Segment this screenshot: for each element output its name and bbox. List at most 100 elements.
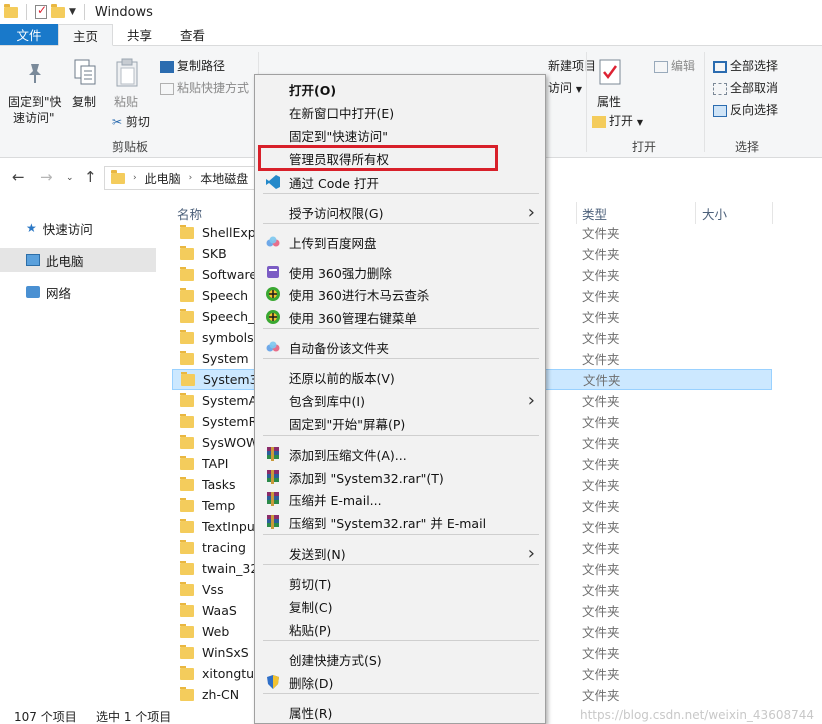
menu-item[interactable]: 授予访问权限(G) › xyxy=(255,201,545,223)
menu-item[interactable]: 使用 360管理右键菜单 xyxy=(255,306,545,328)
network-icon xyxy=(26,286,40,298)
select-all-icon xyxy=(713,60,727,73)
properties-icon[interactable] xyxy=(598,58,622,86)
menu-item[interactable]: 剪切(T) xyxy=(255,572,545,594)
360-shred-icon xyxy=(265,264,281,280)
menu-item[interactable]: 添加到压缩文件(A)... xyxy=(255,443,545,465)
menu-item-label: 添加到压缩文件(A)... xyxy=(289,447,407,463)
menu-item[interactable]: 复制(C) xyxy=(255,595,545,617)
folder-icon xyxy=(180,392,194,407)
paste-shortcut-button[interactable]: 粘贴快捷方式 xyxy=(160,79,249,96)
pin-quick-access-button[interactable]: 固定到"快 xyxy=(8,93,62,110)
column-divider[interactable] xyxy=(576,202,577,224)
menu-item[interactable]: 上传到百度网盘 xyxy=(255,231,545,253)
edit-button[interactable]: 编辑 xyxy=(654,57,695,74)
edit-label: 编辑 xyxy=(671,59,696,73)
edit-icon xyxy=(654,60,668,73)
properties-button[interactable]: 属性 xyxy=(597,93,621,110)
tab-share[interactable]: 共享 xyxy=(113,24,166,45)
open-group-label: 打开 xyxy=(632,140,657,154)
menu-separator xyxy=(263,564,539,565)
menu-item[interactable]: 粘贴(P) xyxy=(255,618,545,640)
file-type: 文件夹 xyxy=(582,562,620,577)
menu-item[interactable]: 删除(D) xyxy=(255,671,545,693)
new-folder-icon[interactable] xyxy=(51,3,65,18)
folder-icon xyxy=(180,329,194,344)
menu-item[interactable]: 创建快捷方式(S) xyxy=(255,648,545,670)
menu-item[interactable]: 通过 Code 打开 xyxy=(255,171,545,193)
column-header-type[interactable]: 类型 xyxy=(582,204,607,223)
column-divider[interactable] xyxy=(772,202,773,224)
menu-item[interactable]: 还原以前的版本(V) xyxy=(255,366,545,388)
paste-button[interactable]: 粘贴 xyxy=(114,93,138,110)
copy-button[interactable]: 复制 xyxy=(72,93,96,110)
cut-button[interactable]: ✂ 剪切 xyxy=(112,113,150,130)
menu-item-label: 打开(O) xyxy=(289,82,337,98)
tab-view[interactable]: 查看 xyxy=(166,24,219,45)
nav-item-this-pc[interactable]: 此电脑 xyxy=(0,248,156,272)
column-header-size[interactable]: 大小 xyxy=(702,204,727,223)
winrar-icon xyxy=(265,491,281,507)
select-none-button[interactable]: 全部取消 xyxy=(713,79,778,96)
menu-item[interactable]: 添加到 "System32.rar"(T) xyxy=(255,466,545,488)
up-arrow-icon[interactable]: ↑ xyxy=(84,168,97,186)
open-button[interactable]: 打开 ▼ xyxy=(592,112,643,129)
nav-item-label: 网络 xyxy=(46,285,72,301)
menu-item-label: 创建快捷方式(S) xyxy=(289,652,382,668)
select-none-label: 全部取消 xyxy=(730,81,779,95)
menu-item[interactable]: 发送到(N) › xyxy=(255,542,545,564)
invert-selection-button[interactable]: 反向选择 xyxy=(713,101,778,118)
file-type: 文件夹 xyxy=(582,541,620,556)
select-all-button[interactable]: 全部选择 xyxy=(713,57,778,74)
chevron-down-icon[interactable]: ▼ xyxy=(69,7,76,17)
easy-access-button[interactable]: 访问 ▼ xyxy=(548,79,582,96)
menu-item[interactable]: 压缩到 "System32.rar" 并 E-mail xyxy=(255,511,545,533)
nav-item-label: 此电脑 xyxy=(46,253,84,269)
copy-icon[interactable] xyxy=(73,58,97,86)
menu-item[interactable]: 使用 360强力删除 xyxy=(255,261,545,283)
nav-item-quick-access[interactable]: ★ 快速访问 xyxy=(0,216,156,240)
divider xyxy=(26,4,27,20)
back-arrow-icon[interactable]: ← xyxy=(12,168,25,186)
forward-arrow-icon[interactable]: → xyxy=(40,168,53,186)
breadcrumb-this-pc[interactable]: 此电脑 xyxy=(145,170,181,187)
menu-separator xyxy=(263,640,539,641)
menu-item-label: 使用 360管理右键菜单 xyxy=(289,310,417,326)
file-type: 文件夹 xyxy=(582,415,620,430)
menu-item[interactable]: 打开(O) xyxy=(255,78,545,100)
recent-locations-icon[interactable]: ⌄ xyxy=(66,173,74,183)
properties-check-icon[interactable] xyxy=(35,3,47,19)
menu-item[interactable]: 固定到"快速访问" xyxy=(255,124,545,146)
menu-item[interactable]: 使用 360进行木马云查杀 xyxy=(255,283,545,305)
pin-icon[interactable] xyxy=(24,62,46,84)
paste-icon[interactable] xyxy=(115,58,139,88)
watermark: https://blog.csdn.net/weixin_43608744 xyxy=(579,708,814,722)
winrar-icon xyxy=(265,514,281,530)
address-bar[interactable]: › 此电脑 › 本地磁盘 xyxy=(104,166,264,190)
menu-item[interactable]: 在新窗口中打开(E) xyxy=(255,101,545,123)
column-header-name[interactable]: 名称 xyxy=(177,204,202,223)
menu-item-label: 还原以前的版本(V) xyxy=(289,370,395,386)
tab-home[interactable]: 主页 xyxy=(58,24,114,46)
chevron-right-icon[interactable]: › xyxy=(133,173,137,183)
menu-item[interactable]: 压缩并 E-mail... xyxy=(255,488,545,510)
scissors-icon: ✂ xyxy=(112,115,123,129)
invert-selection-label: 反向选择 xyxy=(730,103,779,117)
column-divider[interactable] xyxy=(695,202,696,224)
menu-separator xyxy=(263,223,539,224)
copy-path-button[interactable]: 复制路径 xyxy=(160,57,225,74)
dropdown-arrow-icon: ▼ xyxy=(636,118,643,127)
menu-item[interactable]: 自动备份该文件夹 xyxy=(255,336,545,358)
menu-item-label: 属性(R) xyxy=(289,705,333,721)
breadcrumb-local-disk[interactable]: 本地磁盘 xyxy=(200,170,248,187)
nav-item-network[interactable]: 网络 xyxy=(0,280,156,304)
menu-item[interactable]: 固定到"开始"屏幕(P) xyxy=(255,412,545,434)
submenu-chevron-icon: › xyxy=(527,201,535,223)
menu-item[interactable]: 属性(R) xyxy=(255,701,545,723)
computer-icon xyxy=(26,254,40,266)
chevron-right-icon[interactable]: › xyxy=(189,173,193,183)
menu-separator xyxy=(263,693,539,694)
tab-file[interactable]: 文件 xyxy=(0,24,58,45)
menu-item[interactable]: 包含到库中(I) › xyxy=(255,389,545,411)
folder-icon xyxy=(181,371,195,386)
